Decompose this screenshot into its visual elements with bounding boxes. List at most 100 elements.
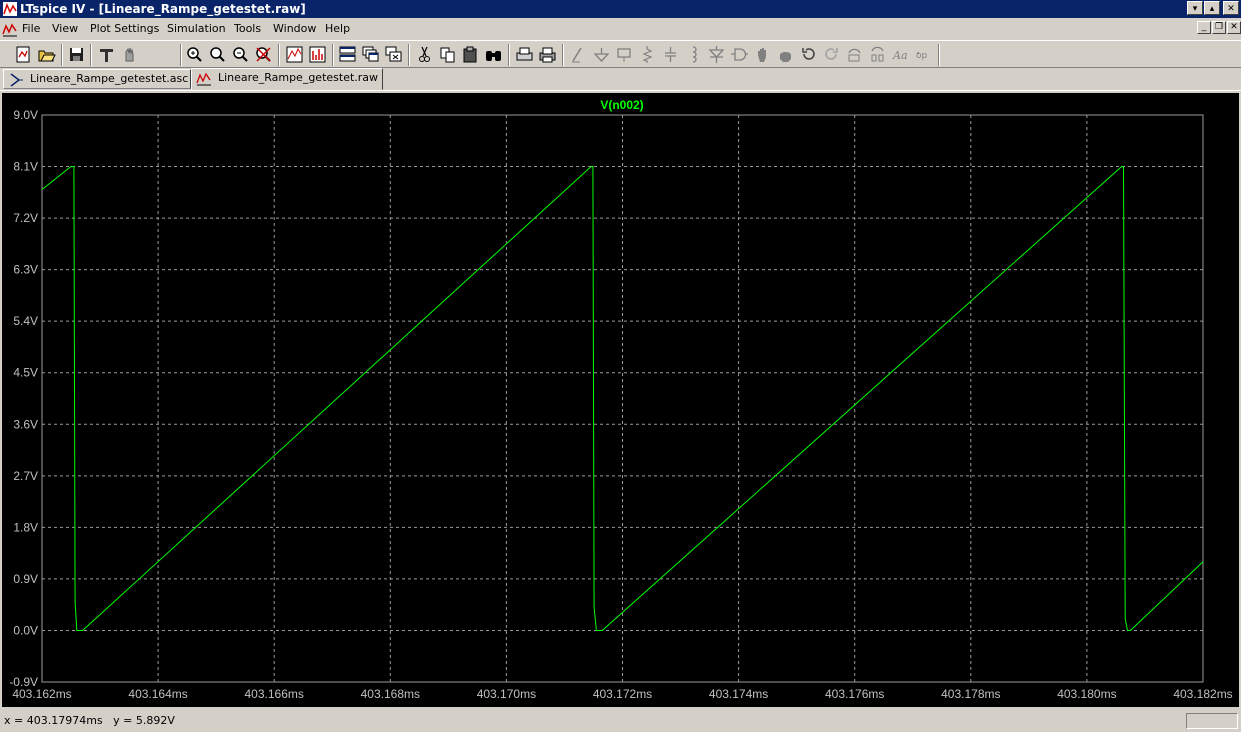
x-tick-label: 403.172ms [593, 687, 652, 701]
y-tick-label: 6.3V [13, 263, 38, 277]
y-tick-label: 1.8V [13, 520, 38, 534]
y-tick-label: 5.4V [13, 314, 38, 328]
status-bar: x = 403.17974ms y = 5.892V [0, 711, 1241, 732]
toolbar-separator [180, 44, 182, 66]
tab-label: Lineare_Rampe_getestet.asc [30, 72, 189, 85]
copy-icon[interactable] [438, 45, 457, 64]
menu-file[interactable]: File [22, 22, 40, 36]
y-tick-label: 7.2V [13, 211, 38, 225]
menu-view[interactable]: View [52, 22, 78, 36]
tile-horizontal-icon[interactable] [338, 45, 357, 64]
resistor-icon[interactable] [638, 45, 657, 64]
y-tick-label: 9.0V [13, 108, 38, 122]
control-panel-icon[interactable] [97, 45, 116, 64]
print-preview-icon[interactable] [515, 45, 534, 64]
cascade-icon[interactable] [361, 45, 380, 64]
diode-icon[interactable] [707, 45, 726, 64]
waveform-plot-pane[interactable]: 403.162ms 403.164ms 403.166ms 403.168ms 403.… [2, 93, 1239, 707]
x-tick-label: 403.174ms [709, 687, 768, 701]
cut-icon[interactable] [415, 45, 434, 64]
capacitor-icon[interactable] [661, 45, 680, 64]
x-tick-label: 403.168ms [361, 687, 420, 701]
maximize-button[interactable]: ▴ [1204, 1, 1220, 15]
x-tick-label: 403.166ms [245, 687, 304, 701]
y-tick-label: 3.6V [13, 417, 38, 431]
new-schematic-icon[interactable] [14, 45, 33, 64]
menu-bar: File View Plot Settings Simulation Tools… [0, 19, 1241, 39]
save-icon[interactable] [67, 45, 86, 64]
open-icon[interactable] [37, 45, 56, 64]
menu-simulation[interactable]: Simulation [167, 22, 226, 36]
ltspice-app-icon [3, 2, 17, 16]
tab-label: Lineare_Rampe_getestet.raw [218, 71, 379, 84]
schematic-icon [10, 73, 23, 87]
autorange-icon[interactable] [285, 45, 304, 64]
tab-schematic[interactable]: Lineare_Rampe_getestet.asc [3, 69, 191, 89]
wire-icon[interactable] [569, 45, 588, 64]
waveform-icon [196, 72, 211, 86]
undo-icon[interactable] [799, 45, 818, 64]
close-all-icon[interactable] [384, 45, 403, 64]
menu-tools[interactable]: Tools [234, 22, 261, 36]
mdi-minimize-button[interactable]: _ [1197, 21, 1211, 34]
waveform-doc-icon[interactable] [2, 21, 18, 37]
component-icon[interactable] [730, 45, 749, 64]
menu-window[interactable]: Window [273, 22, 316, 36]
toolbar-separator [938, 44, 940, 66]
waveform-chart[interactable]: 403.162ms 403.164ms 403.166ms 403.168ms 403.… [2, 93, 1239, 707]
cursor-readout: x = 403.17974ms y = 5.892V [4, 714, 175, 727]
print-icon[interactable] [538, 45, 557, 64]
svg-text:Aa: Aa [892, 49, 908, 62]
redo-icon[interactable] [822, 45, 841, 64]
y-tick-label: -0.9V [9, 675, 38, 689]
mirror-icon[interactable] [868, 45, 887, 64]
toolbar-separator [508, 44, 510, 66]
zoom-out-icon[interactable] [231, 45, 250, 64]
move-icon[interactable] [753, 45, 772, 64]
zoom-cancel-icon[interactable] [254, 45, 273, 64]
y-tick-label: 8.1V [13, 160, 38, 174]
y-tick-label: 0.9V [13, 572, 38, 586]
text-icon[interactable]: Aa [891, 45, 910, 64]
x-tick-label: 403.178ms [941, 687, 1000, 701]
x-tick-label: 403.176ms [825, 687, 884, 701]
toolbar-separator [278, 44, 280, 66]
status-panel [1186, 713, 1238, 729]
rotate-icon[interactable] [845, 45, 864, 64]
close-button[interactable]: ✕ [1223, 1, 1239, 15]
fft-icon[interactable] [308, 45, 327, 64]
toolbar-separator [332, 44, 334, 66]
x-tick-label: 403.170ms [477, 687, 536, 701]
toolbar: Aa op [0, 40, 1241, 68]
mdi-restore-button[interactable]: ❐ [1212, 21, 1226, 34]
toolbar-separator [90, 44, 92, 66]
x-tick-label: 403.182ms [1173, 687, 1232, 701]
spice-directive-icon[interactable]: op [914, 45, 933, 64]
toolbar-separator [562, 44, 564, 66]
find-icon[interactable] [484, 45, 503, 64]
halt-icon[interactable] [120, 45, 139, 64]
toolbar-separator [408, 44, 410, 66]
menu-help[interactable]: Help [325, 22, 350, 36]
paste-icon[interactable] [461, 45, 480, 64]
y-tick-label: 0.0V [13, 623, 38, 637]
menu-plot-settings[interactable]: Plot Settings [90, 22, 159, 36]
y-tick-label: 4.5V [13, 366, 38, 380]
title-bar: LTspice IV - [Lineare_Rampe_getestet.raw… [0, 0, 1241, 18]
zoom-area-icon[interactable] [208, 45, 227, 64]
zoom-in-icon[interactable] [185, 45, 204, 64]
drag-icon[interactable] [776, 45, 795, 64]
document-tab-bar: Lineare_Rampe_getestet.asc Lineare_Rampe… [0, 68, 1241, 91]
x-tick-label: 403.164ms [128, 687, 187, 701]
x-tick-label: 403.162ms [12, 687, 71, 701]
mdi-close-button[interactable]: ✕ [1227, 21, 1241, 34]
inductor-icon[interactable] [684, 45, 703, 64]
label-icon[interactable] [615, 45, 634, 64]
minimize-button[interactable]: ▾ [1187, 1, 1203, 15]
trace-legend[interactable]: V(n002) [600, 98, 643, 112]
ground-icon[interactable] [592, 45, 611, 64]
toolbar-separator [61, 44, 63, 66]
tab-waveform[interactable]: Lineare_Rampe_getestet.raw [191, 68, 383, 90]
window-title: LTspice IV - [Lineare_Rampe_getestet.raw… [20, 2, 306, 16]
x-tick-label: 403.180ms [1057, 687, 1116, 701]
